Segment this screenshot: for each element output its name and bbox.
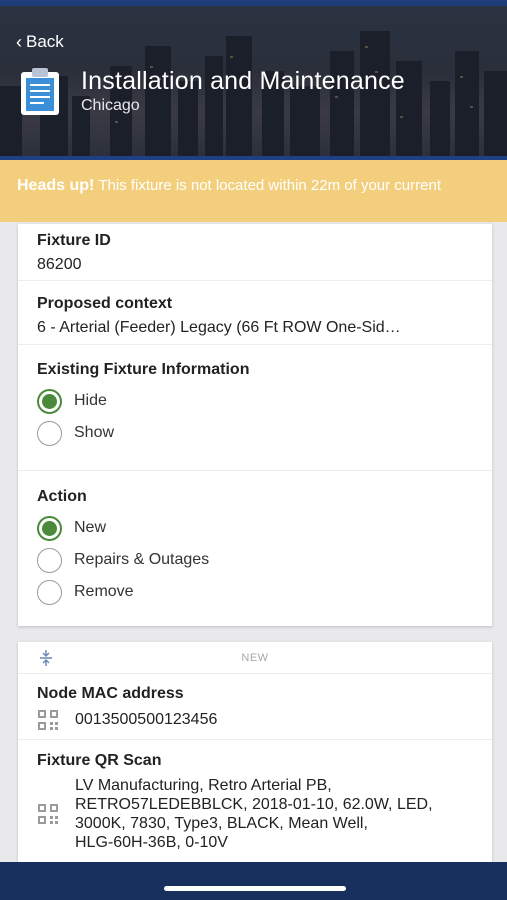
radio-selected-icon[interactable] bbox=[37, 515, 62, 541]
radio-label-show: Show bbox=[74, 424, 115, 441]
existing-info-section: Existing Fixture Information Hide Show bbox=[18, 345, 492, 471]
chevron-left-icon: ‹ bbox=[16, 32, 22, 52]
header: ‹ Back Installation and Maintenance Chic… bbox=[0, 0, 507, 160]
node-mac-label: Node MAC address bbox=[37, 685, 184, 702]
radio-label-repairs: Repairs & Outages bbox=[74, 551, 210, 568]
radio-option-new[interactable]: New bbox=[37, 512, 473, 544]
fixture-details-card: Fixture ID 86200 Proposed context 6 - Ar… bbox=[18, 224, 492, 626]
heads-up-banner: Heads up! This fixture is not located wit… bbox=[0, 160, 507, 222]
qr-line: 3000K, 7830, Type3, BLACK, Mean Well, bbox=[75, 815, 368, 832]
new-fixture-card: NEW Node MAC address 0013500500123456 Fi… bbox=[18, 642, 492, 872]
qr-code-icon[interactable] bbox=[37, 709, 59, 731]
radio-unselected-icon[interactable] bbox=[37, 579, 62, 605]
radio-label-remove: Remove bbox=[74, 583, 134, 600]
fixture-id-section: Fixture ID 86200 bbox=[18, 224, 492, 281]
page-title: Installation and Maintenance bbox=[81, 67, 405, 95]
node-mac-row[interactable]: 0013500500123456 bbox=[37, 709, 473, 731]
back-button[interactable]: ‹ Back bbox=[16, 32, 64, 52]
fixture-qr-row[interactable]: LV Manufacturing, Retro Arterial PB, RET… bbox=[37, 776, 473, 852]
radio-unselected-icon[interactable] bbox=[37, 547, 62, 573]
radio-label-new: New bbox=[74, 519, 107, 536]
back-label: Back bbox=[26, 32, 64, 51]
radio-unselected-icon[interactable] bbox=[37, 420, 62, 446]
fixture-qr-section: Fixture QR Scan LV Manufacturing, Retro … bbox=[18, 740, 492, 852]
clipboard-icon bbox=[21, 68, 59, 115]
qr-line: HLG-60H-36B, 0-10V bbox=[75, 834, 228, 851]
new-section-header: NEW bbox=[18, 642, 492, 674]
banner-heading: Heads up! bbox=[17, 177, 95, 194]
radio-option-remove[interactable]: Remove bbox=[37, 576, 473, 608]
page-subtitle: Chicago bbox=[81, 97, 140, 114]
new-tag: NEW bbox=[241, 652, 269, 664]
proposed-context-section[interactable]: Proposed context 6 - Arterial (Feeder) L… bbox=[18, 281, 492, 345]
node-mac-value: 0013500500123456 bbox=[75, 711, 218, 728]
action-label: Action bbox=[37, 488, 87, 505]
radio-option-hide[interactable]: Hide bbox=[37, 385, 473, 417]
header-top-stripe bbox=[0, 0, 507, 6]
radio-option-show[interactable]: Show bbox=[37, 417, 473, 449]
qr-line: LV Manufacturing, Retro Arterial PB, bbox=[75, 777, 332, 794]
fixture-qr-value: LV Manufacturing, Retro Arterial PB, RET… bbox=[75, 776, 433, 852]
proposed-context-label: Proposed context bbox=[37, 295, 173, 312]
fixture-id-label: Fixture ID bbox=[37, 232, 111, 249]
home-indicator[interactable] bbox=[164, 886, 346, 891]
qr-code-icon[interactable] bbox=[37, 803, 59, 825]
fixture-qr-label: Fixture QR Scan bbox=[37, 752, 162, 769]
radio-label-hide: Hide bbox=[74, 392, 107, 409]
action-section: Action New Repairs & Outages Remove bbox=[18, 471, 492, 608]
radio-option-repairs[interactable]: Repairs & Outages bbox=[37, 544, 473, 576]
node-mac-section: Node MAC address 0013500500123456 bbox=[18, 674, 492, 740]
proposed-context-value: 6 - Arterial (Feeder) Legacy (66 Ft ROW … bbox=[37, 319, 401, 336]
qr-line: RETRO57LEDEBBLCK, 2018-01-10, 62.0W, LED… bbox=[75, 796, 433, 813]
banner-message: This fixture is not located within 22m o… bbox=[98, 177, 441, 194]
existing-info-label: Existing Fixture Information bbox=[37, 361, 250, 378]
bottom-nav-bar bbox=[0, 862, 507, 900]
fixture-id-value: 86200 bbox=[37, 256, 82, 273]
radio-selected-icon[interactable] bbox=[37, 388, 62, 414]
